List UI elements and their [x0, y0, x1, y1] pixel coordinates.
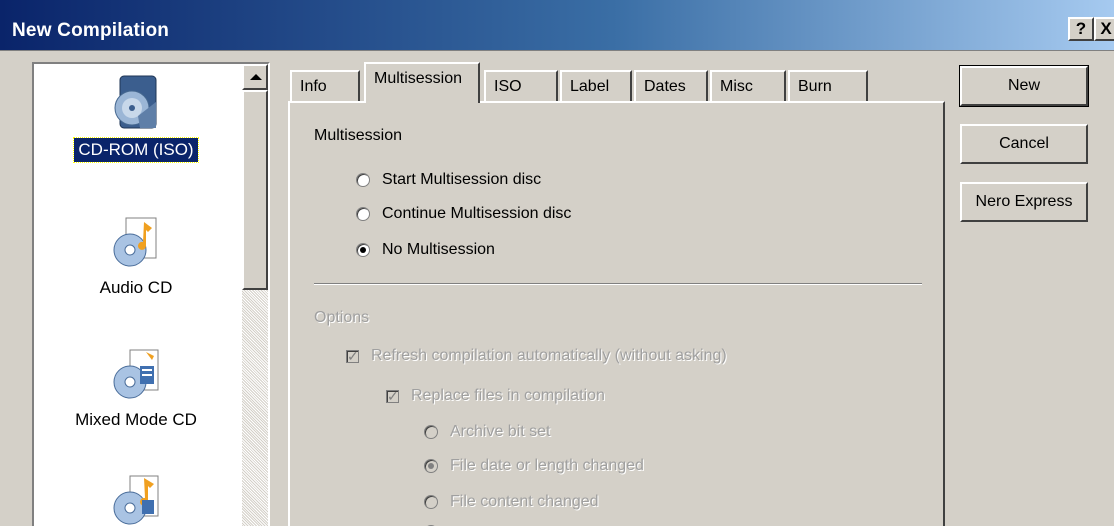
radio-no-multisession[interactable]: No Multisession	[356, 241, 495, 259]
checkbox-replace-files[interactable]: ✓ Replace files in compilation	[386, 387, 605, 405]
scroll-thumb[interactable]	[242, 90, 268, 290]
radio-label: File date or length changed	[450, 457, 644, 474]
tab-iso[interactable]: ISO	[484, 70, 558, 102]
checkbox-label: Replace files in compilation	[411, 387, 605, 404]
list-item-cd-rom-iso[interactable]: CD-ROM (ISO)	[34, 74, 238, 163]
nero-express-button[interactable]: Nero Express	[960, 182, 1088, 222]
mixed-mode-cd-icon	[113, 349, 159, 399]
separator	[314, 283, 922, 285]
audio-cd-icon	[113, 217, 157, 267]
compilation-type-list[interactable]: CD-ROM (ISO) Audio CD Mixed Mode CD	[32, 62, 270, 526]
radio-label: Start Multisession disc	[382, 171, 542, 188]
radio-button[interactable]	[424, 425, 438, 439]
radio-button[interactable]	[424, 459, 438, 473]
checkbox-box[interactable]: ✓	[346, 349, 359, 363]
help-button[interactable]: ?	[1068, 17, 1094, 41]
radio-start-multisession[interactable]: Start Multisession disc	[356, 171, 541, 189]
cd-rom-iso-icon	[114, 75, 157, 129]
tab-strip: Info Multisession ISO Label Dates Misc B…	[288, 62, 928, 103]
checkbox-refresh-compilation[interactable]: ✓ Refresh compilation automatically (wit…	[346, 347, 727, 365]
tab-info[interactable]: Info	[290, 70, 360, 102]
tab-label[interactable]: Label	[560, 70, 632, 102]
radio-button[interactable]	[356, 173, 370, 187]
tab-misc[interactable]: Misc	[710, 70, 786, 102]
multisession-group-label: Multisession	[314, 127, 403, 144]
list-item-label: Mixed Mode CD	[75, 410, 197, 429]
options-group-label: Options	[314, 309, 370, 326]
checkbox-label: Refresh compilation automatically (witho…	[371, 347, 727, 364]
tab-multisession[interactable]: Multisession	[364, 62, 480, 103]
radio-file-date-changed[interactable]: File date or length changed	[424, 457, 644, 475]
radio-button[interactable]	[356, 207, 370, 221]
radio-button[interactable]	[356, 243, 370, 257]
radio-label: File content changed	[450, 493, 599, 510]
list-item-mixed-mode-cd[interactable]: Mixed Mode CD	[34, 344, 238, 432]
radio-label: Continue Multisession disc	[382, 205, 572, 222]
title-bar[interactable]: New Compilation ? X	[0, 0, 1114, 51]
radio-button[interactable]	[424, 495, 438, 509]
radio-continue-multisession[interactable]: Continue Multisession disc	[356, 205, 571, 223]
radio-archive-bit-set[interactable]: Archive bit set	[424, 423, 550, 441]
list-item-audio-cd[interactable]: Audio CD	[34, 212, 238, 300]
tab-dates[interactable]: Dates	[634, 70, 708, 102]
list-item-label: Audio CD	[99, 278, 173, 297]
new-button[interactable]: New	[959, 65, 1089, 107]
close-button[interactable]: X	[1094, 17, 1114, 41]
cancel-button[interactable]: Cancel	[960, 124, 1088, 164]
checkbox-box[interactable]: ✓	[386, 389, 399, 403]
window-title: New Compilation	[12, 20, 170, 41]
list-item-cd-extra[interactable]	[34, 470, 238, 526]
scroll-up-button[interactable]	[242, 64, 268, 90]
new-compilation-dialog: New Compilation ? X CD-ROM (ISO) Audio C…	[0, 0, 1114, 526]
cd-extra-icon	[113, 475, 159, 525]
tab-burn[interactable]: Burn	[788, 70, 868, 102]
list-scrollbar[interactable]	[242, 64, 268, 526]
radio-file-content-changed[interactable]: File content changed	[424, 493, 599, 511]
radio-label: Archive bit set	[450, 423, 551, 440]
multisession-panel: Multisession Start Multisession disc Con…	[288, 101, 945, 526]
list-item-label: CD-ROM (ISO)	[73, 137, 199, 163]
radio-label: No Multisession	[382, 241, 495, 258]
